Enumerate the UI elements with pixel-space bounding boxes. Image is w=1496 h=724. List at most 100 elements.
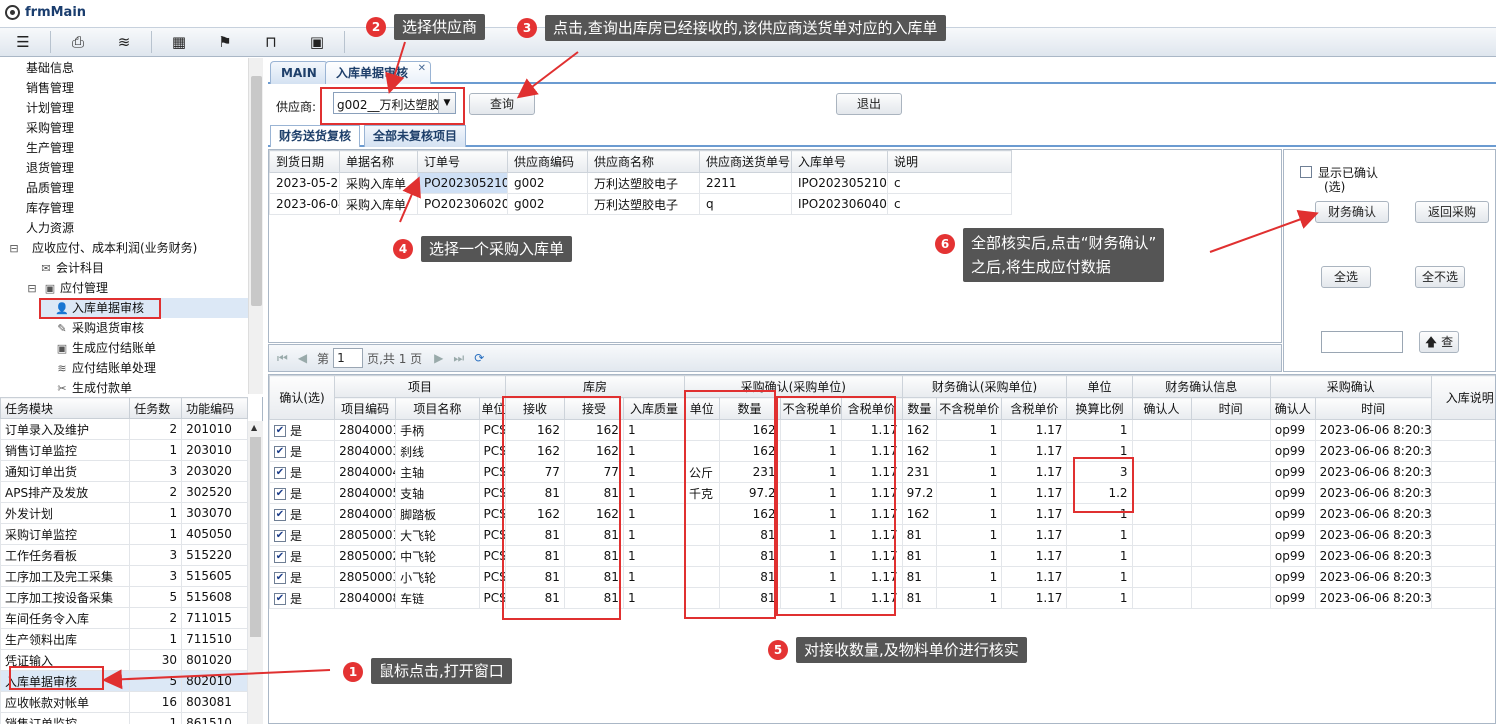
detail-col-header[interactable]: 单位 [683, 397, 720, 420]
printer-icon[interactable]: ⎙ [63, 29, 93, 55]
receipt-row[interactable]: 2023-05-21采购入库单PO2023052100g002万利达塑胶电子22… [269, 172, 1012, 194]
bookmark-icon[interactable]: ⚑ [210, 29, 240, 55]
task-row[interactable]: 订单录入及维护 2 201010 [0, 418, 248, 440]
detail-row[interactable]: ✔ 是 28040004 主轴 PCS 77 77 1 公斤 231 1 1.17 231 1 1.17 3 o… [269, 461, 1495, 483]
prev-page-icon[interactable]: ◀ [298, 351, 307, 365]
collapse-icon[interactable]: ⊟ [6, 239, 22, 259]
tree-item[interactable]: 库存管理 [26, 198, 74, 218]
task-header-code[interactable]: 功能编码 [181, 397, 248, 419]
confirm-cell[interactable]: ✔ 是 [269, 545, 336, 567]
inbox-icon[interactable]: ⊓ [256, 29, 286, 55]
upper-col-header[interactable]: 供应商名称 [587, 150, 700, 173]
confirm-cell[interactable]: ✔ 是 [269, 461, 336, 483]
detail-col-header[interactable]: 项目编码 [334, 397, 397, 420]
close-icon[interactable]: ✕ [418, 58, 426, 80]
tree-item-payables[interactable]: ⊟ ▣ 应付管理 [24, 278, 108, 298]
rss-icon[interactable]: ≋ [109, 29, 139, 55]
receipt-row[interactable]: 2023-06-04采购入库单PO2023060200g002万利达塑胶电子qI… [269, 193, 1012, 215]
confirm-cell[interactable]: ✔ 是 [269, 482, 336, 504]
tree-item-accounts[interactable]: ✉ 会计科目 [38, 258, 104, 278]
select-none-button[interactable]: 全不选 [1415, 266, 1465, 288]
detail-col-header[interactable]: 含税单价 [840, 397, 903, 420]
collapse-icon[interactable]: ⊟ [24, 279, 40, 299]
first-page-icon[interactable]: ⏮ [277, 351, 288, 366]
confirm-cell[interactable]: ✔ 是 [269, 587, 336, 609]
exit-button[interactable]: 退出 [836, 93, 902, 115]
return-purchase-button[interactable]: 返回采购 [1415, 201, 1489, 223]
detail-row[interactable]: ✔ 是 28040007 脚踏板 PCS 162 162 1 162 1 1.17 162 1 1.17 1… [269, 503, 1495, 525]
detail-col-header[interactable]: 不含税单价 [936, 397, 1003, 420]
scrollbar-thumb[interactable] [251, 76, 262, 306]
task-row[interactable]: 车间任务令入库 2 711015 [0, 607, 248, 629]
confirm-checkbox[interactable]: ✔ [274, 593, 286, 605]
task-row[interactable]: 工序加工按设备采集 5 515608 [0, 586, 248, 608]
detail-col-header[interactable]: 时间 [1190, 397, 1271, 420]
confirm-checkbox[interactable]: ✔ [274, 488, 286, 500]
detail-row[interactable]: ✔ 是 28050003 小飞轮 PCS 81 81 1 81 1 1.17 81 1 1.17 1 op99… [269, 566, 1495, 588]
task-row[interactable]: 通知订单出货 3 203020 [0, 460, 248, 482]
tab-finance-recheck[interactable]: 财务送货复核 [270, 125, 361, 147]
confirm-cell[interactable]: ✔ 是 [269, 566, 336, 588]
refresh-icon[interactable]: ⟳ [474, 351, 484, 365]
menu-icon[interactable]: ☰ [8, 29, 38, 55]
task-row[interactable]: 工序加工及完工采集 3 515605 [0, 565, 248, 587]
supplier-select[interactable]: g002__万利达塑胶 ▼ [333, 92, 456, 114]
finance-confirm-button[interactable]: 财务确认 [1315, 201, 1389, 223]
confirm-checkbox[interactable]: ✔ [274, 530, 286, 542]
detail-col-header[interactable]: 不含税单价 [779, 397, 842, 420]
detail-row[interactable]: ✔ 是 28040003 刹线 PCS 162 162 1 162 1 1.17 162 1 1.17 1 o… [269, 440, 1495, 462]
page-input[interactable]: 1 [333, 348, 364, 368]
detail-col-header[interactable]: 单位 [478, 397, 506, 420]
detail-col-header[interactable]: 数量 [718, 397, 781, 420]
detail-col-header[interactable]: 数量 [901, 397, 938, 420]
confirm-checkbox[interactable]: ✔ [274, 425, 286, 437]
confirm-checkbox[interactable]: ✔ [274, 572, 286, 584]
upper-col-header[interactable]: 供应商编码 [507, 150, 588, 173]
confirm-checkbox[interactable]: ✔ [274, 446, 286, 458]
select-all-button[interactable]: 全选 [1321, 266, 1371, 288]
confirm-checkbox[interactable]: ✔ [274, 509, 286, 521]
detail-col-header[interactable]: 接收 [504, 397, 565, 420]
task-header-module[interactable]: 任务模块 [0, 397, 131, 419]
tree-item[interactable]: 退货管理 [26, 158, 74, 178]
detail-col-header[interactable]: 时间 [1314, 397, 1432, 420]
detail-col-header[interactable]: 确认人 [1269, 397, 1316, 420]
tree-item[interactable]: 销售管理 [26, 78, 74, 98]
task-row[interactable]: APS排产及发放 2 302520 [0, 481, 248, 503]
tree-item[interactable]: 品质管理 [26, 178, 74, 198]
detail-col-header[interactable]: 换算比例 [1066, 397, 1133, 420]
confirm-cell[interactable]: ✔ 是 [269, 503, 336, 525]
chevron-down-icon[interactable]: ▼ [438, 93, 455, 113]
detail-row[interactable]: ✔ 是 28050001 大飞轮 PCS 81 81 1 81 1 1.17 81 1 1.17 1 op99… [269, 524, 1495, 546]
tree-item[interactable]: 计划管理 [26, 98, 74, 118]
upper-col-header[interactable]: 入库单号 [791, 150, 888, 173]
tree-scrollbar[interactable] [248, 58, 263, 394]
show-confirmed-checkbox[interactable] [1300, 166, 1312, 178]
confirm-cell[interactable]: ✔ 是 [269, 524, 336, 546]
detail-row[interactable]: ✔ 是 28040001 手柄 PCS 162 162 1 162 1 1.17 162 1 1.17 1 o… [269, 419, 1495, 441]
confirm-cell[interactable]: ✔ 是 [269, 440, 336, 462]
detail-row[interactable]: ✔ 是 28050002 中飞轮 PCS 81 81 1 81 1 1.17 81 1 1.17 1 op99… [269, 545, 1495, 567]
detail-col-header[interactable]: 含税单价 [1001, 397, 1068, 420]
task-header-count[interactable]: 任务数 [129, 397, 183, 419]
task-row[interactable]: 凭证输入 30 801020 [0, 649, 248, 671]
last-page-icon[interactable]: ⏭ [453, 351, 464, 366]
tree-item[interactable]: 采购管理 [26, 118, 74, 138]
detail-col-header[interactable]: 入库质量 [622, 397, 685, 420]
col-confirm[interactable]: 确认(选) [269, 375, 336, 420]
calendar-icon[interactable]: ▦ [164, 29, 194, 55]
search-field[interactable] [1321, 331, 1403, 353]
query-button[interactable]: 查询 [469, 93, 535, 115]
detail-row[interactable]: ✔ 是 28040005 支轴 PCS 81 81 1 千克 97.2 1 1.17 97.2 1 1.17… [269, 482, 1495, 504]
confirm-cell[interactable]: ✔ 是 [269, 419, 336, 441]
upper-col-header[interactable]: 订单号 [417, 150, 508, 173]
tree-item[interactable]: 生产管理 [26, 138, 74, 158]
tree-item[interactable]: 人力资源 [26, 218, 74, 238]
task-scrollbar[interactable]: ▲ [248, 421, 263, 724]
task-row[interactable]: 销售订单监控 1 203010 [0, 439, 248, 461]
tree-item-gen-statement[interactable]: ▣ 生成应付结账单 [54, 338, 156, 358]
next-page-icon[interactable]: ▶ [434, 351, 443, 365]
upper-col-header[interactable]: 到货日期 [269, 150, 340, 173]
confirm-checkbox[interactable]: ✔ [274, 467, 286, 479]
task-row[interactable]: 应收帐款对帐单 16 803081 [0, 691, 248, 713]
